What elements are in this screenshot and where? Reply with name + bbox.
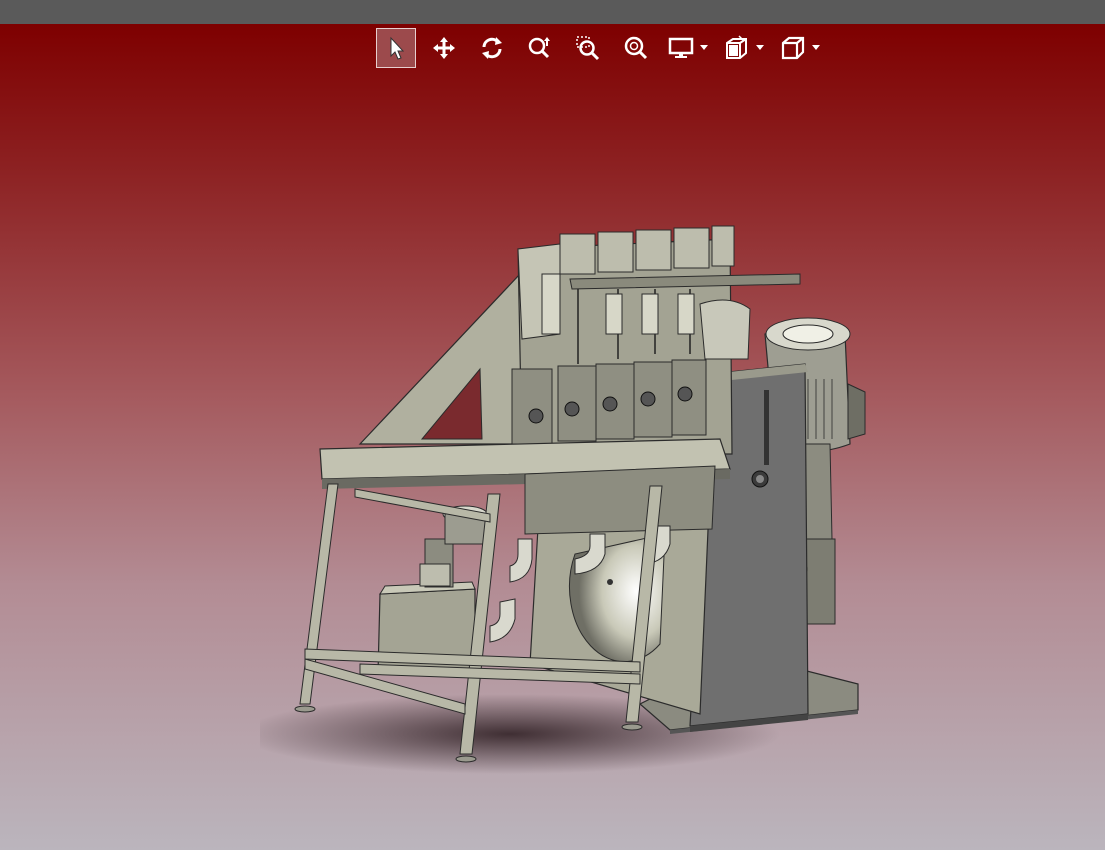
section-cube-icon bbox=[726, 35, 747, 59]
chevron-down-icon bbox=[756, 45, 764, 50]
pan-move-icon bbox=[433, 37, 455, 59]
display-mode-button[interactable] bbox=[664, 28, 698, 68]
3d-viewport[interactable] bbox=[0, 24, 1105, 850]
hydraulic-power-unit bbox=[377, 505, 488, 675]
rotate-tool-button[interactable] bbox=[472, 28, 512, 68]
zoom-area-icon bbox=[576, 36, 600, 61]
view-orientation-dropdown[interactable] bbox=[810, 38, 822, 58]
zoom-in-out-tool-button[interactable] bbox=[520, 28, 560, 68]
zoom-area-tool-button[interactable] bbox=[568, 28, 608, 68]
section-view-dropdown[interactable] bbox=[754, 38, 766, 58]
zoom-in-out-icon bbox=[528, 37, 550, 59]
fit-all-icon bbox=[624, 36, 648, 60]
frame-table-top bbox=[319, 438, 731, 535]
triangular-gusset bbox=[358, 272, 523, 445]
fit-all-tool-button[interactable] bbox=[616, 28, 656, 68]
view-orientation-button[interactable] bbox=[776, 28, 810, 68]
chevron-down-icon bbox=[700, 45, 708, 50]
select-tool-button[interactable] bbox=[376, 28, 416, 68]
section-view-button[interactable] bbox=[720, 28, 754, 68]
select-cursor-icon bbox=[390, 36, 405, 60]
window-title-bar bbox=[0, 0, 1105, 24]
view-toolbar bbox=[376, 28, 832, 68]
chevron-down-icon bbox=[812, 45, 820, 50]
rotate-icon bbox=[482, 37, 502, 59]
iso-cube-icon bbox=[781, 36, 805, 60]
monitor-icon bbox=[668, 37, 694, 58]
pan-tool-button[interactable] bbox=[424, 28, 464, 68]
cad-machine-model[interactable] bbox=[260, 194, 880, 794]
display-mode-dropdown[interactable] bbox=[698, 38, 710, 58]
